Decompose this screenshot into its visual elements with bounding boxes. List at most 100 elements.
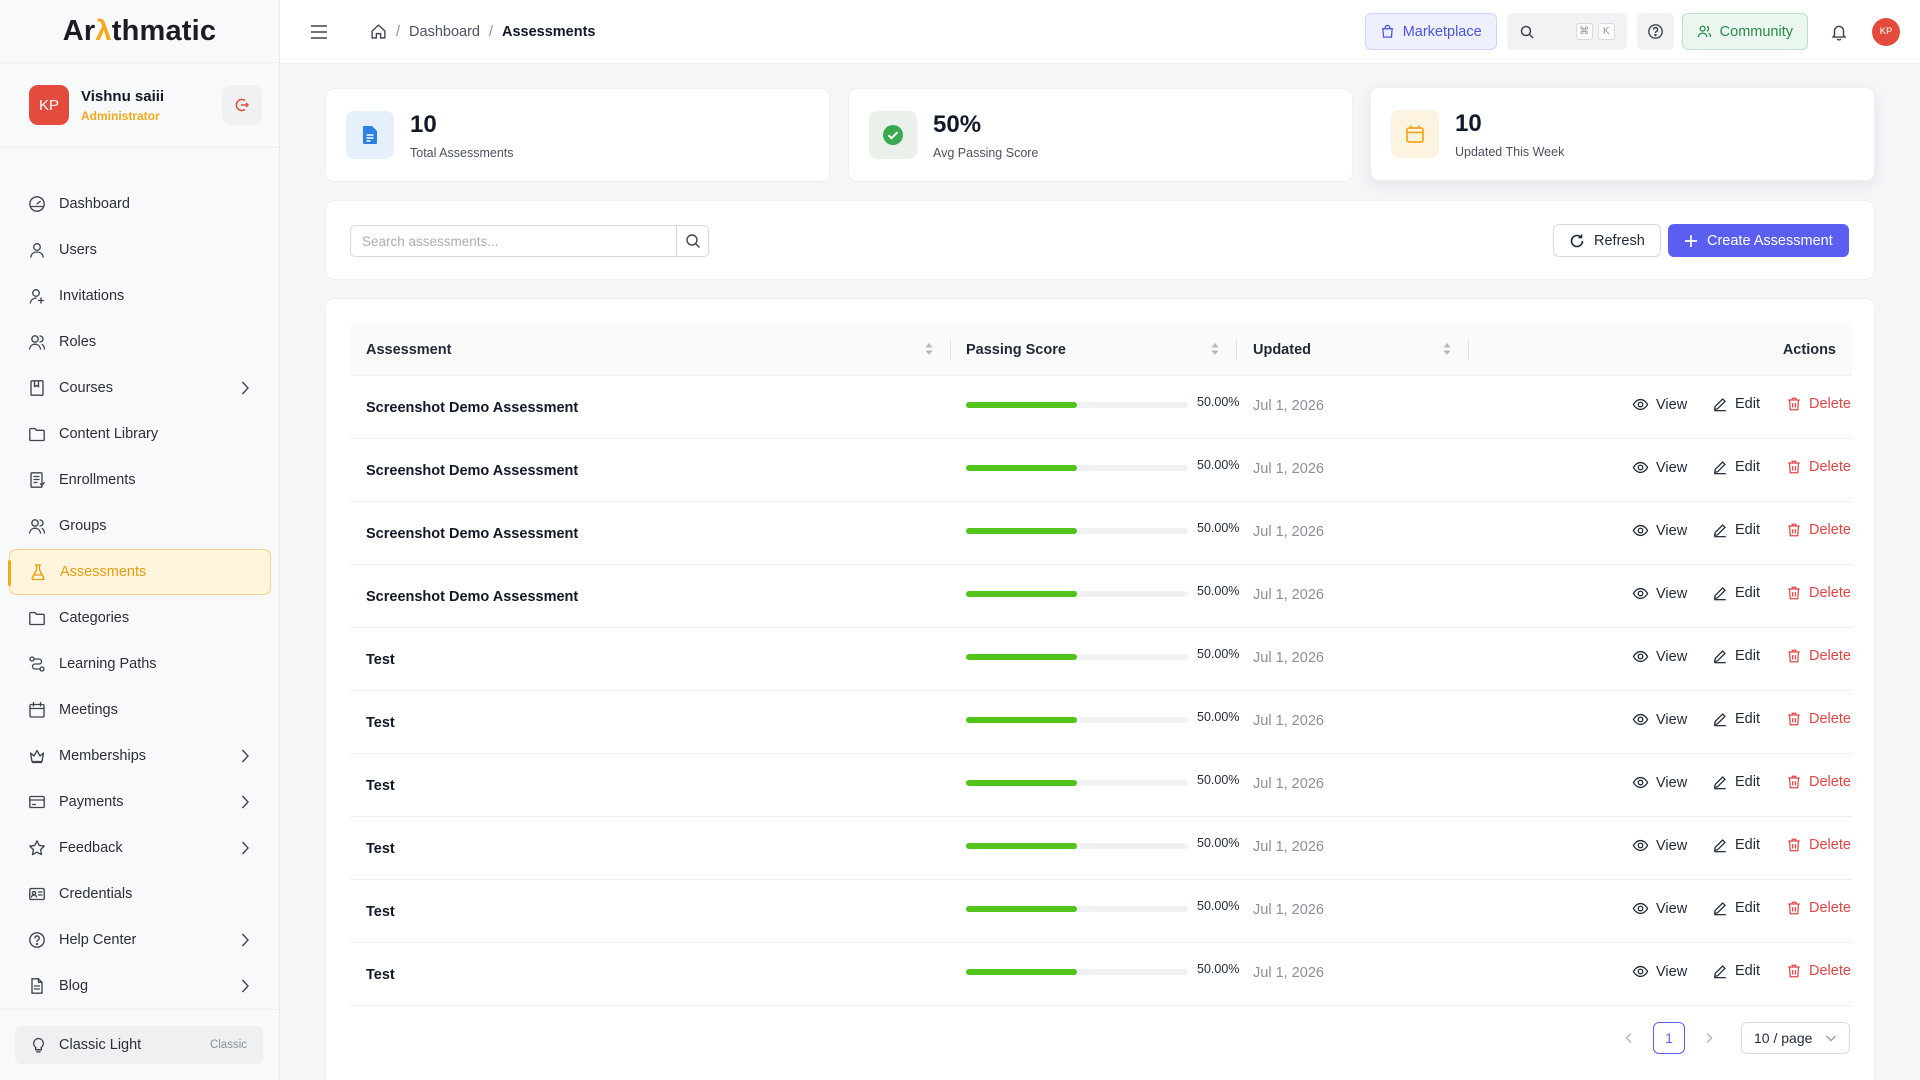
logout-button[interactable]: [222, 85, 262, 125]
delete-button[interactable]: Delete: [1786, 963, 1851, 979]
sort-icon[interactable]: [1210, 341, 1220, 357]
delete-button[interactable]: Delete: [1786, 459, 1851, 475]
view-label: View: [1656, 522, 1688, 539]
column-header-passing-score[interactable]: Passing Score: [966, 323, 1236, 376]
create-assessment-button[interactable]: Create Assessment: [1668, 224, 1849, 257]
sidebar-item-users[interactable]: Users: [0, 227, 280, 273]
delete-button[interactable]: Delete: [1786, 837, 1851, 853]
sidebar-item-help-center[interactable]: Help Center: [0, 917, 280, 963]
sidebar-item-credentials[interactable]: Credentials: [0, 871, 280, 917]
bell-icon: [1831, 25, 1847, 41]
sidebar-item-blog[interactable]: Blog: [0, 963, 280, 1009]
refresh-button[interactable]: Refresh: [1553, 224, 1661, 257]
passing-score-value: 50.00%: [1197, 836, 1240, 850]
edit-button[interactable]: Edit: [1712, 963, 1760, 979]
prev-page-button[interactable]: [1613, 1022, 1645, 1054]
table-row: Test 50.00% Jul 1, 2026 View Edit Delete: [350, 817, 1852, 880]
sidebar-item-assessments[interactable]: Assessments: [8, 549, 271, 595]
assessment-name[interactable]: Test: [366, 943, 395, 1006]
global-search-button[interactable]: ⌘ K: [1506, 13, 1627, 50]
theme-switcher[interactable]: Classic Light Classic: [15, 1026, 263, 1064]
menu-toggle-button[interactable]: [308, 21, 330, 43]
sidebar-item-feedback[interactable]: Feedback: [0, 825, 280, 871]
edit-label: Edit: [1735, 459, 1760, 475]
delete-button[interactable]: Delete: [1786, 900, 1851, 916]
edit-button[interactable]: Edit: [1712, 396, 1760, 412]
search-input[interactable]: [351, 226, 676, 256]
view-button[interactable]: View: [1632, 711, 1687, 728]
sidebar-item-dashboard[interactable]: Dashboard: [0, 181, 280, 227]
avatar[interactable]: KP: [29, 85, 69, 125]
edit-button[interactable]: Edit: [1712, 711, 1760, 727]
edit-button[interactable]: Edit: [1712, 522, 1760, 538]
edit-button[interactable]: Edit: [1712, 648, 1760, 664]
sidebar-item-invitations[interactable]: Invitations: [0, 273, 280, 319]
sidebar-item-enrollments[interactable]: Enrollments: [0, 457, 280, 503]
view-button[interactable]: View: [1632, 900, 1687, 917]
view-button[interactable]: View: [1632, 837, 1687, 854]
notifications-button[interactable]: [1830, 23, 1848, 41]
assessment-name[interactable]: Screenshot Demo Assessment: [366, 439, 578, 502]
help-button[interactable]: [1636, 13, 1674, 50]
assessment-name[interactable]: Test: [366, 628, 395, 691]
assessment-name[interactable]: Test: [366, 691, 395, 754]
view-button[interactable]: View: [1632, 774, 1687, 791]
pagination: 1 10 / page: [1613, 1022, 1850, 1054]
assessment-name[interactable]: Screenshot Demo Assessment: [366, 376, 578, 439]
breadcrumb-dashboard[interactable]: Dashboard: [409, 24, 480, 40]
assessment-name[interactable]: Screenshot Demo Assessment: [366, 565, 578, 628]
view-button[interactable]: View: [1632, 459, 1687, 476]
assessment-name[interactable]: Test: [366, 754, 395, 817]
page-size-select[interactable]: 10 / page: [1741, 1022, 1850, 1054]
sort-icon[interactable]: [1442, 341, 1452, 357]
sidebar-item-memberships[interactable]: Memberships: [0, 733, 280, 779]
next-page-button[interactable]: [1693, 1022, 1725, 1054]
delete-button[interactable]: Delete: [1786, 711, 1851, 727]
sidebar-item-learning-paths[interactable]: Learning Paths: [0, 641, 280, 687]
delete-button[interactable]: Delete: [1786, 648, 1851, 664]
stat-icon-box: [1391, 110, 1439, 158]
user-avatar[interactable]: KP: [1872, 17, 1900, 46]
sidebar-item-content-library[interactable]: Content Library: [0, 411, 280, 457]
sidebar-item-roles[interactable]: Roles: [0, 319, 280, 365]
passing-score-fill: [966, 654, 1077, 660]
breadcrumb-home[interactable]: [370, 23, 387, 40]
refresh-icon: [1570, 234, 1584, 247]
view-button[interactable]: View: [1632, 396, 1687, 413]
view-label: View: [1656, 963, 1688, 980]
delete-button[interactable]: Delete: [1786, 396, 1851, 412]
sidebar-item-payments[interactable]: Payments: [0, 779, 280, 825]
delete-button[interactable]: Delete: [1786, 522, 1851, 538]
column-header-updated[interactable]: Updated: [1253, 323, 1468, 376]
search-button[interactable]: [676, 226, 708, 256]
stat-label: Updated This Week: [1455, 144, 1565, 159]
trash-icon: [1788, 901, 1800, 915]
edit-button[interactable]: Edit: [1712, 585, 1760, 601]
sort-icon[interactable]: [924, 341, 934, 357]
edit-button[interactable]: Edit: [1712, 837, 1760, 853]
column-header-assessment[interactable]: Assessment: [366, 323, 950, 376]
lightbulb-icon: [33, 1037, 44, 1053]
logo[interactable]: Arλthmatic: [0, 0, 279, 63]
table-row: Test 50.00% Jul 1, 2026 View Edit Delete: [350, 754, 1852, 817]
edit-button[interactable]: Edit: [1712, 900, 1760, 916]
assessment-name[interactable]: Test: [366, 880, 395, 943]
sidebar-item-courses[interactable]: Courses: [0, 365, 280, 411]
delete-button[interactable]: Delete: [1786, 774, 1851, 790]
assessment-name[interactable]: Screenshot Demo Assessment: [366, 502, 578, 565]
community-button[interactable]: Community: [1681, 13, 1808, 50]
view-button[interactable]: View: [1632, 522, 1687, 539]
edit-button[interactable]: Edit: [1712, 459, 1760, 475]
view-button[interactable]: View: [1632, 585, 1687, 602]
delete-button[interactable]: Delete: [1786, 585, 1851, 601]
marketplace-button[interactable]: Marketplace: [1364, 13, 1497, 50]
view-button[interactable]: View: [1632, 648, 1687, 665]
sidebar-item-groups[interactable]: Groups: [0, 503, 280, 549]
sidebar-item-categories[interactable]: Categories: [0, 595, 280, 641]
assessment-name[interactable]: Test: [366, 817, 395, 880]
edit-button[interactable]: Edit: [1712, 774, 1760, 790]
sidebar-item-meetings[interactable]: Meetings: [0, 687, 280, 733]
page-number[interactable]: 1: [1653, 1022, 1685, 1054]
chevron-right-icon: [241, 841, 249, 855]
view-button[interactable]: View: [1632, 963, 1687, 980]
